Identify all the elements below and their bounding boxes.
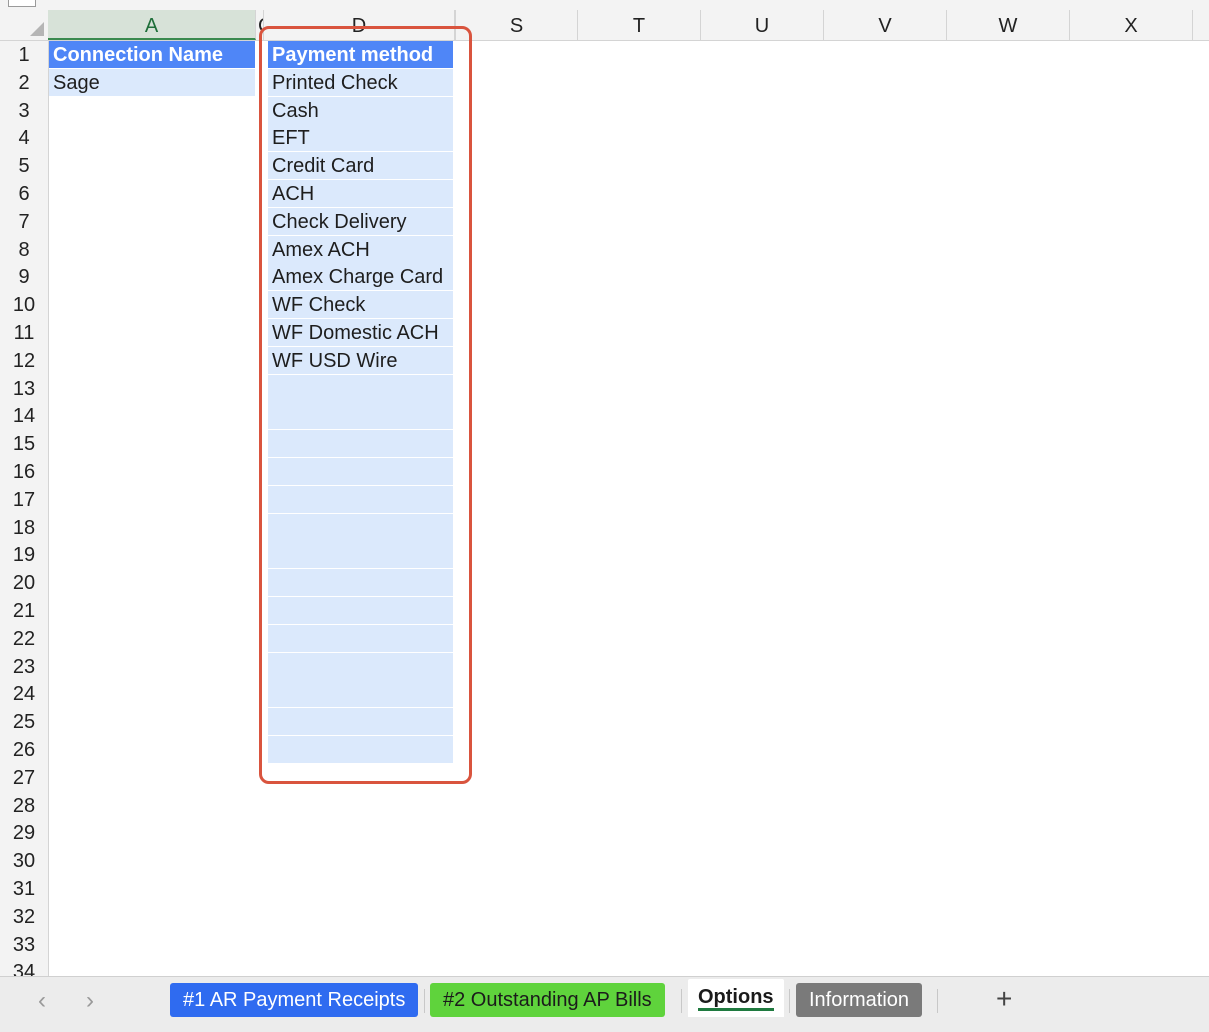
row-header[interactable]: 20 [0, 569, 48, 597]
row-header[interactable]: 32 [0, 903, 48, 931]
column-header-w[interactable]: W [947, 10, 1070, 40]
row-header[interactable]: 27 [0, 764, 48, 792]
row-header[interactable]: 7 [0, 208, 48, 236]
cell-a-value[interactable]: Sage [49, 68, 255, 96]
add-sheet-icon[interactable]: + [996, 983, 1012, 1015]
row-header[interactable]: 18 [0, 514, 48, 542]
scroll-tabs-left-icon[interactable]: ‹ [38, 987, 46, 1015]
row-header[interactable]: 25 [0, 708, 48, 736]
spreadsheet-area: A C D S T U V W X 1234567891011121314151… [0, 0, 1209, 976]
row-header[interactable]: 22 [0, 625, 48, 653]
row-header[interactable]: 15 [0, 430, 48, 458]
row-header[interactable]: 10 [0, 291, 48, 319]
row-header[interactable]: 14 [0, 402, 48, 430]
row-header[interactable]: 1 [0, 41, 48, 69]
row-header[interactable]: 17 [0, 486, 48, 514]
row-header[interactable]: 11 [0, 319, 48, 347]
scroll-tabs-right-icon[interactable]: › [86, 987, 94, 1015]
row-header[interactable]: 23 [0, 653, 48, 681]
select-all-triangle-icon [30, 22, 44, 36]
row-header[interactable]: 16 [0, 458, 48, 486]
annotation-highlight-box [259, 26, 472, 784]
tab-separator [681, 989, 682, 1013]
cell-grid[interactable]: Connection Name Sage Payment method Printed… [49, 41, 1209, 976]
row-header[interactable]: 28 [0, 792, 48, 820]
row-header[interactable]: 29 [0, 819, 48, 847]
tab-separator [937, 989, 938, 1013]
row-header[interactable]: 8 [0, 236, 48, 264]
column-header-u[interactable]: U [701, 10, 824, 40]
column-header-a[interactable]: A [48, 10, 256, 40]
column-header-s[interactable]: S [455, 10, 578, 40]
row-header[interactable]: 24 [0, 680, 48, 708]
row-header[interactable]: 4 [0, 124, 48, 152]
row-header[interactable]: 33 [0, 931, 48, 959]
tab-outstanding-ap-bills[interactable]: #2 Outstanding AP Bills [430, 983, 665, 1017]
row-header[interactable]: 5 [0, 152, 48, 180]
column-headers: A C D S T U V W X [48, 10, 1209, 41]
row-header[interactable]: 12 [0, 347, 48, 375]
tab-separator [424, 989, 425, 1013]
tab-information[interactable]: Information [796, 983, 923, 1017]
tab-options[interactable]: Options [688, 979, 784, 1017]
column-header-v[interactable]: V [824, 10, 947, 40]
row-header[interactable]: 13 [0, 375, 48, 403]
row-headers: 1 2 3 4 5 6 7 8 9 10 11 12 13 14 15 16 17 18 19 20 21 22 23 24 2… [0, 41, 49, 976]
row-header[interactable]: 6 [0, 180, 48, 208]
tab-separator [789, 989, 790, 1013]
name-box-edge [8, 0, 36, 7]
column-header-t[interactable]: T [578, 10, 701, 40]
row-header[interactable]: 2 [0, 69, 48, 97]
row-header[interactable]: 3 [0, 97, 48, 125]
tab-options-label: Options [698, 986, 774, 1011]
ribbon-edge [0, 0, 1209, 10]
row-header[interactable]: 9 [0, 263, 48, 291]
row-header[interactable]: 19 [0, 541, 48, 569]
column-header-x[interactable]: X [1070, 10, 1193, 40]
row-header[interactable]: 30 [0, 847, 48, 875]
tab-ar-payment-receipts[interactable]: #1 AR Payment Receipts [170, 983, 419, 1017]
row-header[interactable]: 26 [0, 736, 48, 764]
row-header[interactable]: 21 [0, 597, 48, 625]
sheet-tab-bar: ‹ › #1 AR Payment Receipts #2 Outstandin… [0, 976, 1209, 1032]
row-header[interactable]: 31 [0, 875, 48, 903]
select-all-corner[interactable] [0, 10, 49, 41]
row-header[interactable]: 34 [0, 958, 48, 976]
cell-a1-header[interactable]: Connection Name [49, 41, 255, 68]
